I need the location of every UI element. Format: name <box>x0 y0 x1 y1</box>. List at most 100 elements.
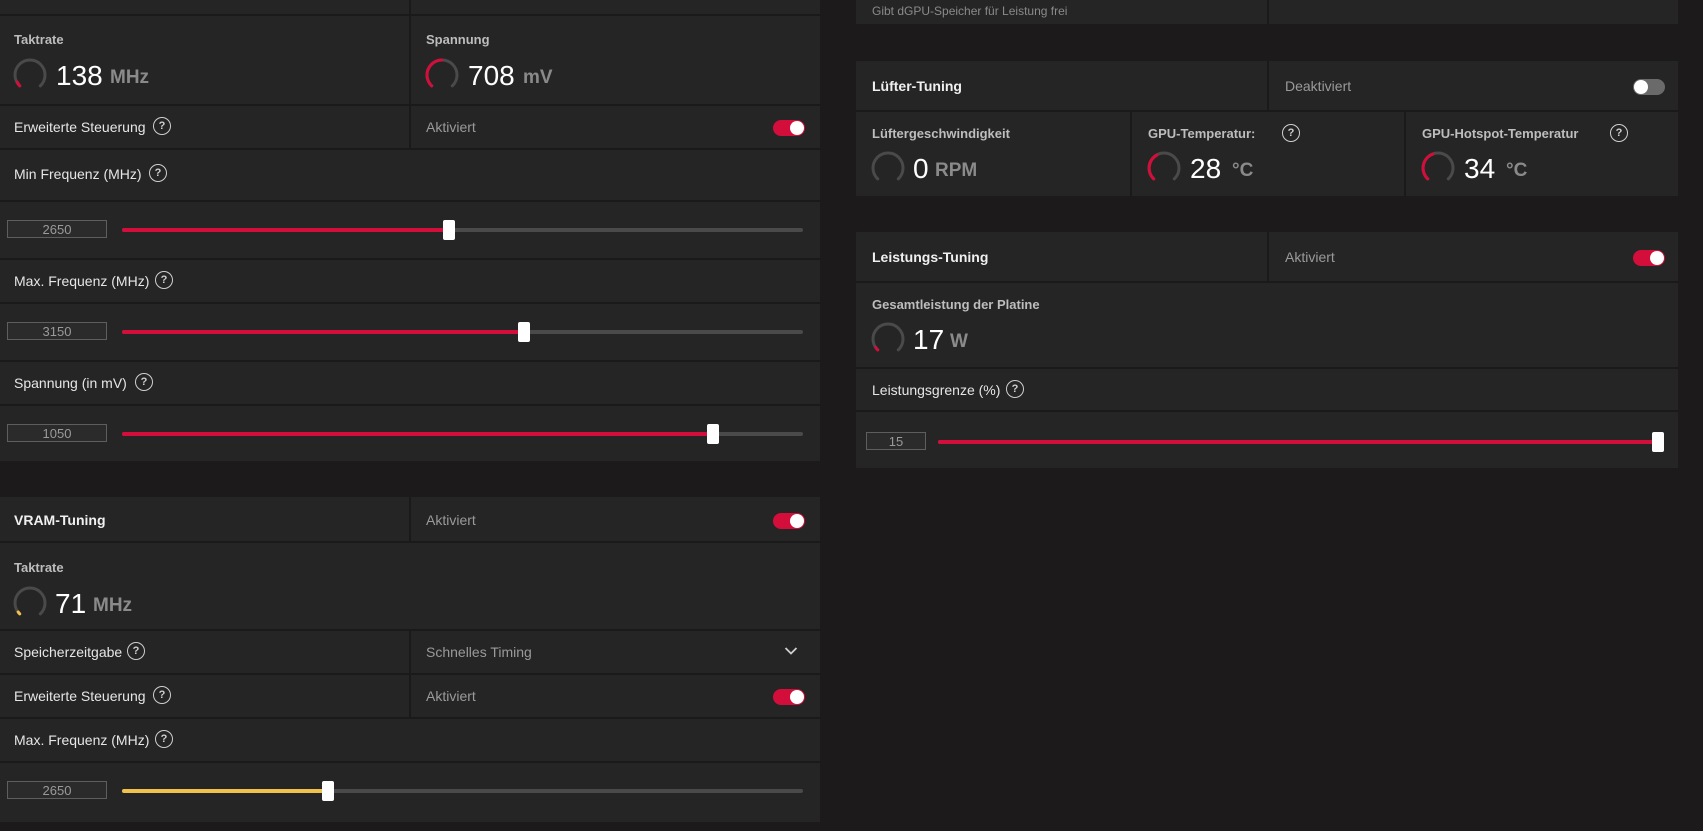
clock-gauge-icon <box>13 58 47 88</box>
max-freq-slider[interactable] <box>122 322 803 342</box>
max-freq-label: Max. Frequenz (MHz) <box>14 273 150 289</box>
power-limit-label: Leistungsgrenze (%) <box>872 382 1001 398</box>
vram-header-row: VRAM-Tuning Aktiviert <box>0 497 820 541</box>
vram-gauge-icon <box>13 586 47 616</box>
hotspot-temp-label: GPU-Hotspot-Temperatur <box>1422 126 1579 141</box>
vram-advanced-label: Erweiterte Steuerung <box>14 688 146 704</box>
fan-speed-value: 0 <box>913 153 929 184</box>
fan-speed-unit: RPM <box>935 160 978 181</box>
help-icon[interactable]: ? <box>153 686 171 704</box>
gpu-clock-value: 138 <box>56 60 103 91</box>
power-header-row: Leistungs-Tuning Aktiviert <box>856 232 1678 281</box>
max-freq-input[interactable]: 3150 <box>7 322 107 340</box>
vram-max-freq-input[interactable]: 2650 <box>7 781 107 799</box>
hotspot-temp-value: 34 <box>1464 153 1496 184</box>
memory-timing-label: Speicherzeitgabe <box>14 644 123 660</box>
min-freq-slider-row: 2650 <box>0 200 820 258</box>
memory-panel-fragment: Gibt dGPU-Speicher für Leistung frei <box>856 0 1678 24</box>
slider-fill <box>122 228 449 232</box>
help-icon[interactable]: ? <box>1006 380 1024 398</box>
max-freq-label-row: Max. Frequenz (MHz) ? <box>0 258 820 302</box>
gpu-advanced-row: Erweiterte Steuerung ? Aktiviert <box>0 104 820 148</box>
hotspot-gauge-icon <box>1421 151 1455 181</box>
board-power-value: 17 <box>913 324 945 355</box>
fan-speed-stat: Lüftergeschwindigkeit 0 RPM <box>856 112 1130 196</box>
help-icon[interactable]: ? <box>155 730 173 748</box>
vram-max-freq-label: Max. Frequenz (MHz) <box>14 732 150 748</box>
fan-stats-row: Lüftergeschwindigkeit 0 RPM GPU-Temperat… <box>856 110 1678 196</box>
vram-max-freq-slider[interactable] <box>122 781 803 801</box>
gpu-temp-unit: °C <box>1232 160 1254 181</box>
voltage-label-row: Spannung (in mV) ? <box>0 360 820 404</box>
min-freq-label-row: Min Frequenz (MHz) ? <box>0 148 820 200</box>
help-icon[interactable]: ? <box>135 373 153 391</box>
slider-thumb[interactable] <box>442 220 455 240</box>
chevron-down-icon[interactable] <box>784 646 798 656</box>
power-limit-slider-row: 15 <box>856 410 1678 468</box>
toggle-knob <box>790 514 804 528</box>
power-limit-input[interactable]: 15 <box>866 432 926 450</box>
slider-thumb[interactable] <box>707 424 720 444</box>
power-toggle[interactable] <box>1633 250 1665 266</box>
gpu-temp-stat: GPU-Temperatur: ? 28 °C <box>1130 112 1404 196</box>
vram-clock-label: Taktrate <box>14 560 64 575</box>
gpu-clock-label: Taktrate <box>14 32 64 47</box>
voltage-mv-input[interactable]: 1050 <box>7 424 107 442</box>
gpu-voltage-unit: mV <box>523 67 553 88</box>
help-icon[interactable]: ? <box>149 164 167 182</box>
power-tuning-panel: Leistungs-Tuning Aktiviert Gesamtleistun… <box>856 232 1678 468</box>
slider-thumb[interactable] <box>1652 432 1664 452</box>
gpu-advanced-toggle[interactable] <box>773 120 805 136</box>
vram-toggle[interactable] <box>773 513 805 529</box>
board-power-row: Gesamtleistung der Platine 17 W <box>856 281 1678 367</box>
voltage-slider-row: 1050 <box>0 404 820 461</box>
vram-advanced-state: Aktiviert <box>426 688 476 704</box>
gpu-voltage-value: 708 <box>468 60 515 91</box>
vram-max-freq-slider-row: 2650 <box>0 761 820 822</box>
gpu-voltage-stat: Spannung 708 mV <box>409 16 820 104</box>
memory-timing-dropdown[interactable]: Schnelles Timing <box>409 631 820 673</box>
gpu-temp-label: GPU-Temperatur: <box>1148 126 1256 141</box>
memory-timing-row: Speicherzeitgabe ? Schnelles Timing <box>0 629 820 673</box>
fan-toggle[interactable] <box>1633 79 1665 95</box>
board-power-label: Gesamtleistung der Platine <box>872 297 1040 312</box>
slider-thumb[interactable] <box>322 781 335 801</box>
gpu-voltage-label: Spannung <box>426 32 490 47</box>
power-limit-slider[interactable] <box>938 432 1664 452</box>
toggle-knob <box>790 121 804 135</box>
vram-state: Aktiviert <box>426 512 476 528</box>
vram-clock-unit: MHz <box>93 595 133 616</box>
voltage-mv-label: Spannung (in mV) <box>14 375 127 391</box>
toggle-knob <box>790 690 804 704</box>
min-freq-slider[interactable] <box>122 220 803 240</box>
help-icon[interactable]: ? <box>153 117 171 135</box>
gpu-advanced-state: Aktiviert <box>426 119 476 135</box>
voltage-mv-slider[interactable] <box>122 424 803 444</box>
help-icon[interactable]: ? <box>155 271 173 289</box>
memory-description: Gibt dGPU-Speicher für Leistung frei <box>872 4 1068 18</box>
hotspot-temp-unit: °C <box>1506 160 1528 181</box>
hotspot-temp-stat: GPU-Hotspot-Temperatur ? 34 °C <box>1404 112 1678 196</box>
slider-fill <box>122 432 714 436</box>
gpu-temp-gauge-icon <box>1147 151 1181 181</box>
power-title: Leistungs-Tuning <box>872 249 989 265</box>
gpu-temp-value: 28 <box>1190 153 1222 184</box>
gpu-stats-row: Taktrate 138 MHz Spannung 708 mV <box>0 14 820 104</box>
vram-max-freq-label-row: Max. Frequenz (MHz) ? <box>0 717 820 761</box>
help-icon[interactable]: ? <box>1610 124 1628 142</box>
gpu-tuning-panel: Taktrate 138 MHz Spannung 708 mV Erweite… <box>0 0 820 461</box>
gpu-clock-stat: Taktrate 138 MHz <box>0 16 409 104</box>
toggle-knob <box>1634 80 1648 94</box>
vram-advanced-toggle[interactable] <box>773 689 805 705</box>
slider-thumb[interactable] <box>517 322 530 342</box>
vram-tuning-panel: VRAM-Tuning Aktiviert Taktrate 71 MHz Sp… <box>0 497 820 822</box>
power-state: Aktiviert <box>1285 249 1335 265</box>
help-icon[interactable]: ? <box>127 642 145 660</box>
vram-advanced-row: Erweiterte Steuerung ? Aktiviert <box>0 673 820 717</box>
min-freq-input[interactable]: 2650 <box>7 220 107 238</box>
fan-gauge-icon <box>871 151 905 181</box>
slider-fill <box>938 440 1658 444</box>
help-icon[interactable]: ? <box>1282 124 1300 142</box>
fan-state: Deaktiviert <box>1285 78 1352 94</box>
divider <box>1267 0 1269 24</box>
